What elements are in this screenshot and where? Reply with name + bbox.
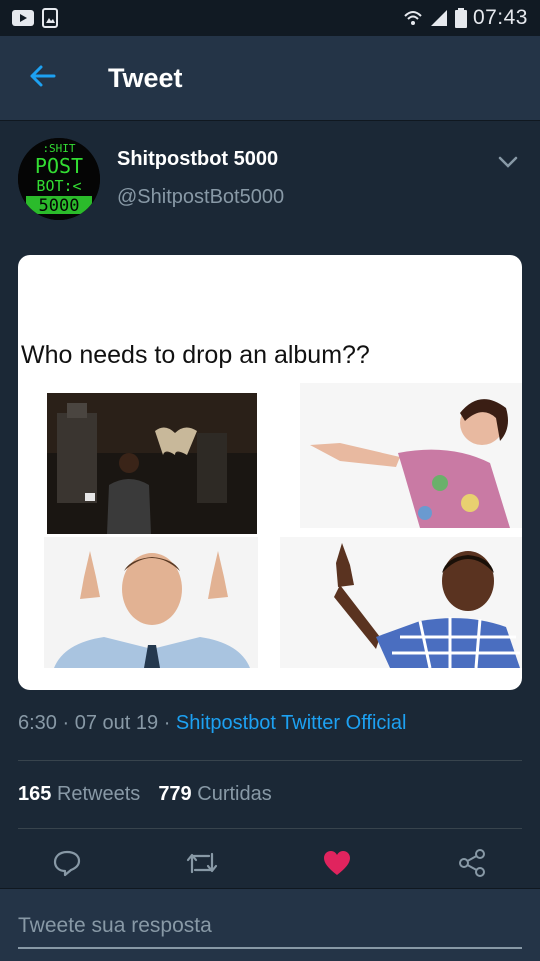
likes-stat[interactable]: 779 Curtidas bbox=[158, 783, 271, 806]
likes-label: Curtidas bbox=[197, 783, 272, 805]
back-button[interactable] bbox=[12, 48, 72, 108]
meme-caption: Who needs to drop an album?? bbox=[21, 341, 370, 369]
chevron-down-icon[interactable] bbox=[494, 150, 522, 174]
youtube-icon bbox=[12, 10, 34, 26]
avatar-text-2: POST bbox=[35, 154, 83, 178]
tweet-media[interactable]: Who needs to drop an album?? bbox=[18, 255, 522, 690]
comment-icon bbox=[52, 849, 82, 882]
app-bar: Tweet bbox=[0, 36, 540, 121]
heart-icon bbox=[322, 849, 352, 882]
man-with-moth-photo bbox=[47, 393, 257, 534]
wifi-icon bbox=[403, 8, 423, 28]
page-title: Tweet bbox=[108, 62, 183, 93]
divider bbox=[18, 760, 522, 761]
retweets-stat[interactable]: 165 Retweets bbox=[18, 783, 140, 806]
avatar-text-3: BOT:< bbox=[36, 177, 81, 195]
tweet-timestamp: 6:30 · 07 out 19 · Shitpostbot Twitter O… bbox=[18, 712, 407, 734]
tweet-stats: 165 Retweets 779 Curtidas bbox=[18, 783, 272, 806]
retweets-label: Retweets bbox=[56, 783, 141, 805]
arrow-left-icon bbox=[28, 64, 56, 93]
boy-pointing-photo bbox=[280, 537, 522, 668]
battery-icon bbox=[454, 8, 467, 28]
signal-icon bbox=[429, 8, 449, 28]
retweet-button[interactable] bbox=[177, 842, 227, 888]
user-handle[interactable]: @ShitpostBot5000 bbox=[117, 186, 284, 209]
tweet-author: :SHIT POST BOT:< 5000 Shitpostbot 5000 @… bbox=[18, 136, 522, 226]
avatar[interactable]: :SHIT POST BOT:< 5000 bbox=[18, 138, 100, 220]
reply-bar bbox=[0, 888, 540, 961]
tweet-time: 6:30 bbox=[18, 712, 57, 734]
tweet-actions bbox=[0, 842, 540, 888]
share-icon bbox=[457, 848, 487, 883]
tweet-source-link[interactable]: Shitpostbot Twitter Official bbox=[176, 712, 406, 734]
display-name[interactable]: Shitpostbot 5000 bbox=[117, 148, 278, 171]
reply-input[interactable] bbox=[18, 905, 522, 949]
status-bar: 07:43 bbox=[0, 0, 540, 36]
avatar-text-4: 5000 bbox=[39, 196, 80, 216]
divider bbox=[18, 828, 522, 829]
clock: 07:43 bbox=[472, 6, 528, 29]
image-notification-icon bbox=[42, 8, 58, 28]
like-button[interactable] bbox=[312, 842, 362, 888]
likes-count: 779 bbox=[158, 783, 192, 805]
man-pointing-up-photo bbox=[44, 537, 258, 668]
share-button[interactable] bbox=[447, 842, 497, 888]
retweets-count: 165 bbox=[18, 783, 52, 805]
reply-button[interactable] bbox=[42, 842, 92, 888]
woman-pointing-photo bbox=[300, 383, 522, 528]
retweet-icon bbox=[185, 850, 219, 881]
tweet-date: 07 out 19 bbox=[74, 712, 159, 734]
